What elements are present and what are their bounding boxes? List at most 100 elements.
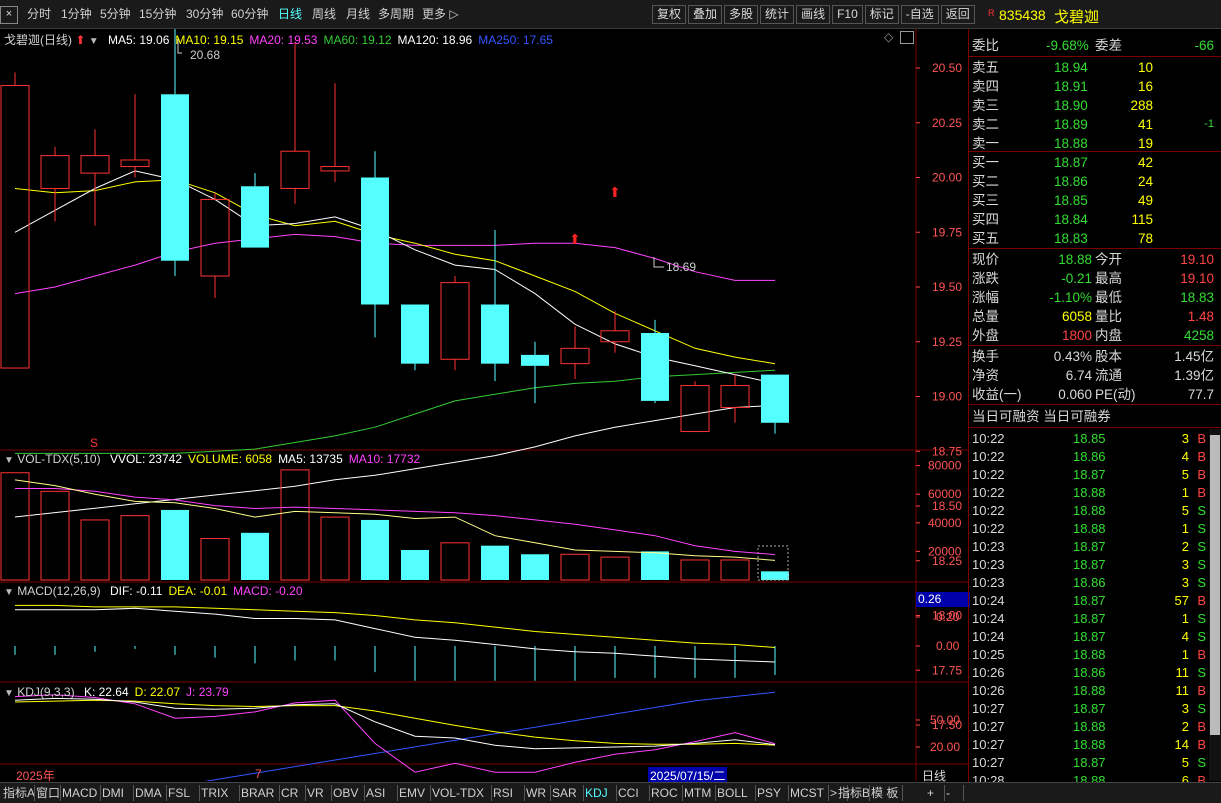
- bid-row[interactable]: 买四 18.84 115: [969, 210, 1221, 229]
- quote-value: 4258: [1183, 328, 1214, 343]
- indicator-tab[interactable]: RSI: [493, 784, 513, 802]
- quote-label: 今开: [1095, 252, 1122, 267]
- ask-row[interactable]: 卖五 18.94 10: [969, 58, 1221, 77]
- bid-row[interactable]: 买五 18.83 78: [969, 229, 1221, 248]
- period-tab[interactable]: 多周期: [378, 0, 414, 28]
- vol-title: VOL-TDX(5,10): [17, 452, 101, 466]
- indicator-tab[interactable]: 窗口: [36, 784, 60, 802]
- indicator-tab[interactable]: EMV: [399, 784, 425, 802]
- kdj-dropdown-icon[interactable]: ▼: [4, 688, 14, 699]
- indicator-tab[interactable]: ASI: [366, 784, 385, 802]
- indicator-tab[interactable]: 指标A: [3, 784, 35, 802]
- bid-row[interactable]: 买二 18.86 24: [969, 172, 1221, 191]
- indicator-tab[interactable]: SAR: [552, 784, 577, 802]
- tick-side: B: [1197, 647, 1206, 662]
- macd-dropdown-icon[interactable]: ▼: [4, 587, 14, 598]
- tick-row: 10:27 18.88 14 B: [969, 736, 1221, 754]
- sell-marker-icon: S: [90, 436, 98, 450]
- indicator-tab[interactable]: +: [927, 784, 934, 802]
- toolbar-button[interactable]: 统计: [760, 5, 795, 24]
- indicator-tab[interactable]: ROC: [651, 784, 678, 802]
- scrollbar-thumb[interactable]: [1210, 435, 1220, 735]
- indicator-tab[interactable]: CCI: [618, 784, 639, 802]
- toolbar-button[interactable]: 多股: [724, 5, 759, 24]
- period-tab[interactable]: 1分钟: [61, 0, 92, 28]
- period-tab[interactable]: 15分钟: [139, 0, 176, 28]
- indicator-tab[interactable]: DMA: [135, 784, 162, 802]
- bid-price: 18.83: [1054, 231, 1088, 246]
- ask-price: 18.90: [1054, 98, 1088, 113]
- ask-row[interactable]: 卖四 18.91 16: [969, 77, 1221, 96]
- indicator-tab[interactable]: PSY: [757, 784, 781, 802]
- toolbar-button[interactable]: 叠加: [688, 5, 723, 24]
- kline-chart-area[interactable]: 20.50 20.25 20.00 19.75 19.50 19.25 19.00 18.75…: [0, 28, 970, 803]
- toolbar-button[interactable]: 复权: [652, 5, 687, 24]
- tick-row: 10:23 18.86 3 S: [969, 574, 1221, 592]
- vol-dropdown-icon[interactable]: ▼: [4, 455, 14, 466]
- tick-volume: 2: [1181, 539, 1189, 554]
- tick-volume: 11: [1175, 665, 1190, 680]
- candle-body-up: [440, 282, 470, 360]
- indicator-tab[interactable]: WR: [526, 784, 546, 802]
- tick-time: 10:22: [972, 467, 1005, 482]
- indicator-tab[interactable]: TRIX: [201, 784, 228, 802]
- bid-row[interactable]: 买三 18.85 49: [969, 191, 1221, 210]
- period-tab[interactable]: 日线: [278, 0, 302, 28]
- close-icon[interactable]: ×: [0, 6, 18, 24]
- toolbar-button[interactable]: F10: [832, 5, 863, 24]
- indicator-tab[interactable]: MACD: [62, 784, 97, 802]
- indicator-tab[interactable]: 模 板: [871, 784, 898, 802]
- indicator-tab[interactable]: BRAR: [241, 784, 274, 802]
- maximize-icon[interactable]: [900, 31, 914, 44]
- price-chart-title: 戈碧迦(日线): [4, 33, 72, 47]
- indicator-tab[interactable]: VOL-TDX: [432, 784, 484, 802]
- indicator-tab[interactable]: KDJ: [585, 784, 608, 802]
- tick-price: 18.88: [1073, 485, 1106, 500]
- indicator-tab[interactable]: OBV: [333, 784, 358, 802]
- bid-row[interactable]: 买一 18.87 42: [969, 153, 1221, 172]
- ask-row[interactable]: 卖三 18.90 288: [969, 96, 1221, 115]
- candle-body-down: [161, 94, 189, 261]
- vol-values: VVOL: 23742 VOLUME: 6058 MA5: 13735 MA10: 1…: [104, 452, 420, 466]
- period-tab[interactable]: 月线: [346, 0, 370, 28]
- indicator-tab[interactable]: -: [946, 784, 950, 802]
- tick-row: 10:22 18.88 1 B: [969, 484, 1221, 502]
- period-tab[interactable]: 30分钟: [186, 0, 223, 28]
- indicator-tab[interactable]: BOLL: [717, 784, 748, 802]
- tick-price: 18.88: [1073, 503, 1106, 518]
- period-tab[interactable]: 周线: [312, 0, 336, 28]
- tick-time: 10:22: [972, 485, 1005, 500]
- period-tab[interactable]: 更多 ▷: [422, 0, 459, 28]
- indicator-tab[interactable]: 指标B: [838, 784, 870, 802]
- margin-label[interactable]: 当日可融资 当日可融券: [972, 407, 1111, 426]
- toolbar-button[interactable]: 画线: [796, 5, 831, 24]
- vol-legend: ▼ VOL-TDX(5,10) VVOL: 23742 VOLUME: 6058 M…: [4, 452, 420, 466]
- fund-row: 净资 6.74 流通 1.39亿: [969, 366, 1221, 385]
- indicator-tab[interactable]: FSL: [168, 784, 190, 802]
- indicator-tab[interactable]: VR: [307, 784, 324, 802]
- weicha-value: -66: [1194, 38, 1214, 53]
- indicator-tab[interactable]: >: [830, 784, 837, 802]
- ask-row[interactable]: 卖二 18.89 41 -1: [969, 115, 1221, 134]
- toolbar-button[interactable]: -自选: [900, 5, 939, 24]
- tick-side: S: [1197, 755, 1206, 770]
- indicator-tab[interactable]: CR: [281, 784, 298, 802]
- tick-volume: 3: [1181, 557, 1189, 572]
- period-tab[interactable]: 60分钟: [231, 0, 268, 28]
- indicator-tab[interactable]: DMI: [102, 784, 124, 802]
- indicator-tab[interactable]: MCST: [790, 784, 824, 802]
- dropdown-icon[interactable]: ▼: [89, 36, 99, 47]
- stock-name[interactable]: 戈碧迦: [1054, 6, 1099, 27]
- tick-row: 10:27 18.88 2 B: [969, 718, 1221, 736]
- tick-scrollbar[interactable]: [1209, 429, 1221, 781]
- period-tab[interactable]: 分时: [27, 0, 51, 28]
- toolbar-button[interactable]: 标记: [864, 5, 899, 24]
- legend-value: VOLUME: 6058: [188, 452, 273, 466]
- tick-price: 18.86: [1073, 575, 1106, 590]
- period-tab[interactable]: 5分钟: [100, 0, 131, 28]
- diamond-icon[interactable]: ◇: [884, 30, 893, 44]
- quote-row: 总量 6058 量比 1.48: [969, 307, 1221, 326]
- indicator-tab[interactable]: MTM: [684, 784, 711, 802]
- legend-value: MA5: 13735: [278, 452, 343, 466]
- bid-label: 买一: [972, 155, 999, 170]
